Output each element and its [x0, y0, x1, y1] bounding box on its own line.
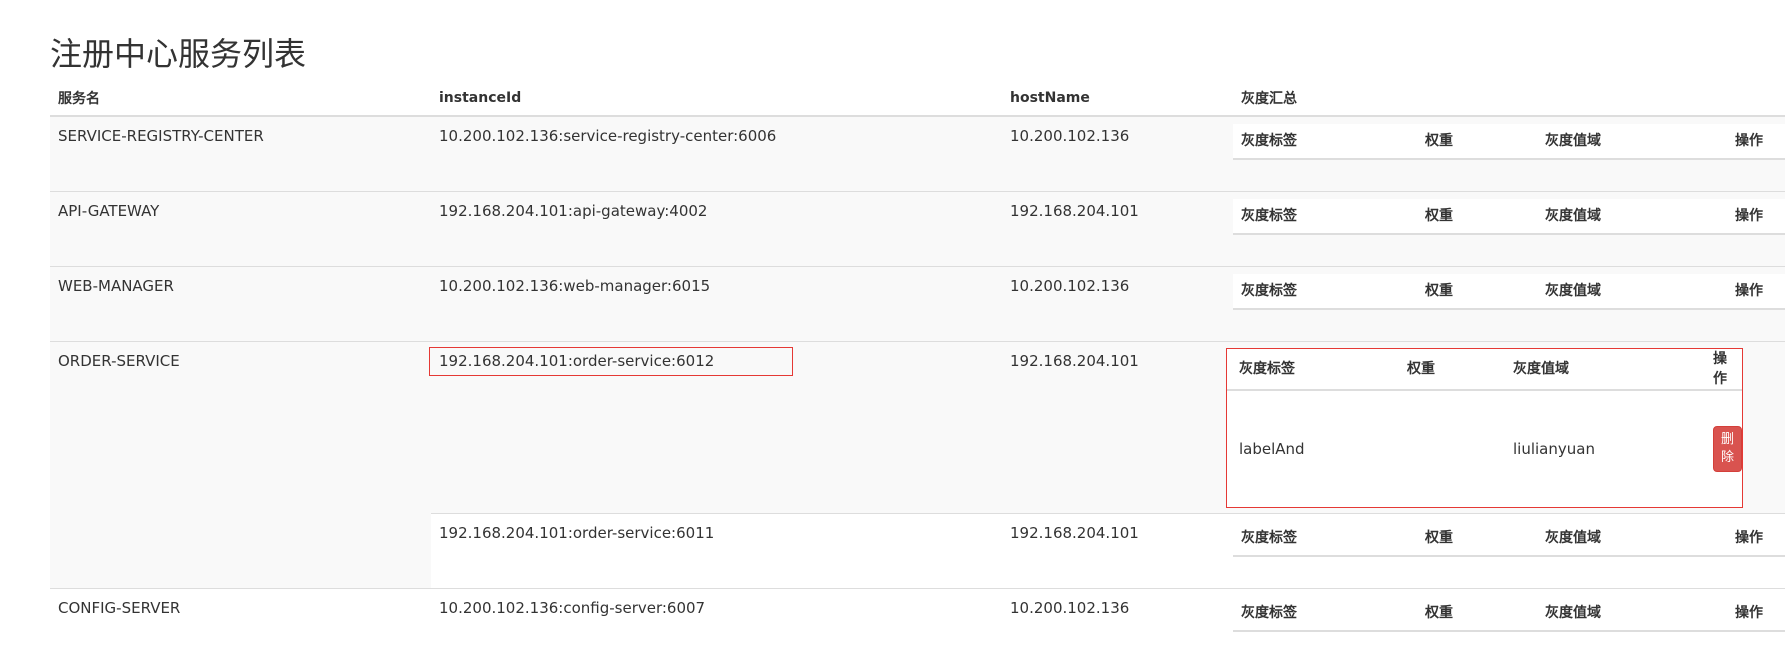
- table-row: SERVICE-REGISTRY-CENTER 10.200.102.136:s…: [50, 116, 1785, 192]
- gray-header-weight: 权重: [1417, 521, 1537, 556]
- table-row: WEB-MANAGER 10.200.102.136:web-manager:6…: [50, 267, 1785, 342]
- gray-table: 灰度标签 权重 灰度值域 操作: [1233, 596, 1785, 632]
- host-name: 192.168.204.101: [1002, 514, 1233, 589]
- gray-table: 灰度标签 权重 灰度值域 操作: [1233, 199, 1785, 235]
- service-name: SERVICE-REGISTRY-CENTER: [50, 116, 431, 192]
- gray-header-action: 操作: [1727, 199, 1785, 234]
- gray-header-weight: 权重: [1417, 596, 1537, 631]
- gray-header-action: 操作: [1727, 124, 1785, 159]
- table-row: API-GATEWAY 192.168.204.101:api-gateway:…: [50, 192, 1785, 267]
- instance-id-cell: 192.168.204.101:order-service:6012: [431, 342, 1002, 514]
- instance-id: 10.200.102.136:config-server:6007: [431, 589, 1002, 663]
- gray-header-action: 操作: [1727, 274, 1785, 309]
- service-table: 服务名 instanceId hostName 灰度汇总 SERVICE-REG…: [50, 80, 1785, 663]
- gray-header-action: 操作: [1701, 349, 1742, 390]
- host-name: 10.200.102.136: [1002, 116, 1233, 192]
- gray-weight: [1395, 390, 1501, 507]
- col-header-gray: 灰度汇总: [1233, 80, 1785, 116]
- gray-summary-cell: 灰度标签 权重 灰度值域 操作: [1233, 116, 1785, 192]
- gray-header-weight: 权重: [1395, 349, 1501, 390]
- host-name: 192.168.204.101: [1002, 342, 1233, 514]
- gray-row: labelAnd liulianyuan 删除: [1227, 390, 1742, 507]
- gray-header-label: 灰度标签: [1233, 596, 1417, 631]
- gray-action-cell: 删除: [1701, 390, 1742, 507]
- gray-header-weight: 权重: [1417, 274, 1537, 309]
- gray-domain: liulianyuan: [1501, 390, 1701, 507]
- gray-summary-cell: 灰度标签 权重 灰度值域 操作: [1233, 589, 1785, 663]
- gray-highlight-box: 灰度标签 权重 灰度值域 操作 labelAnd liulianyuan 删除: [1227, 349, 1742, 507]
- gray-summary-cell: 灰度标签 权重 灰度值域 操作: [1233, 514, 1785, 589]
- gray-header-domain: 灰度值域: [1537, 199, 1727, 234]
- gray-table: 灰度标签 权重 灰度值域 操作: [1233, 521, 1785, 557]
- table-header-row: 服务名 instanceId hostName 灰度汇总: [50, 80, 1785, 116]
- instance-id: 192.168.204.101:api-gateway:4002: [431, 192, 1002, 267]
- host-name: 10.200.102.136: [1002, 267, 1233, 342]
- gray-summary-cell: 灰度标签 权重 灰度值域 操作: [1233, 192, 1785, 267]
- instance-id: 10.200.102.136:web-manager:6015: [431, 267, 1002, 342]
- gray-header-domain: 灰度值域: [1537, 124, 1727, 159]
- service-name: API-GATEWAY: [50, 192, 431, 267]
- delete-button[interactable]: 删除: [1713, 426, 1742, 472]
- gray-header-domain: 灰度值域: [1537, 521, 1727, 556]
- instance-id: 192.168.204.101:order-service:6011: [431, 514, 1002, 589]
- gray-table: 灰度标签 权重 灰度值域 操作: [1233, 124, 1785, 160]
- gray-summary-cell: 灰度标签 权重 灰度值域 操作: [1233, 267, 1785, 342]
- gray-header-label: 灰度标签: [1233, 274, 1417, 309]
- gray-header-domain: 灰度值域: [1537, 596, 1727, 631]
- gray-header-action: 操作: [1727, 521, 1785, 556]
- gray-header-domain: 灰度值域: [1537, 274, 1727, 309]
- gray-header-action: 操作: [1727, 596, 1785, 631]
- host-name: 10.200.102.136: [1002, 589, 1233, 663]
- col-header-host: hostName: [1002, 80, 1233, 116]
- gray-table: 灰度标签 权重 灰度值域 操作 labelAnd liulianyuan 删除: [1227, 349, 1742, 507]
- service-name: ORDER-SERVICE: [50, 342, 431, 589]
- table-row: CONFIG-SERVER 10.200.102.136:config-serv…: [50, 589, 1785, 663]
- page-title: 注册中心服务列表: [50, 32, 306, 76]
- gray-header-weight: 权重: [1417, 199, 1537, 234]
- service-name: WEB-MANAGER: [50, 267, 431, 342]
- col-header-service: 服务名: [50, 80, 431, 116]
- col-header-instance: instanceId: [431, 80, 1002, 116]
- gray-header-domain: 灰度值域: [1501, 349, 1701, 390]
- instance-id: 192.168.204.101:order-service:6012: [439, 351, 754, 371]
- host-name: 192.168.204.101: [1002, 192, 1233, 267]
- gray-header-label: 灰度标签: [1227, 349, 1395, 390]
- gray-header-weight: 权重: [1417, 124, 1537, 159]
- gray-header-label: 灰度标签: [1233, 124, 1417, 159]
- gray-header-label: 灰度标签: [1233, 199, 1417, 234]
- gray-summary-cell: 灰度标签 权重 灰度值域 操作 labelAnd liulianyuan 删除: [1233, 342, 1785, 514]
- table-row: ORDER-SERVICE 192.168.204.101:order-serv…: [50, 342, 1785, 514]
- gray-header-label: 灰度标签: [1233, 521, 1417, 556]
- service-name: CONFIG-SERVER: [50, 589, 431, 663]
- instance-id: 10.200.102.136:service-registry-center:6…: [431, 116, 1002, 192]
- gray-table: 灰度标签 权重 灰度值域 操作: [1233, 274, 1785, 310]
- gray-label: labelAnd: [1227, 390, 1395, 507]
